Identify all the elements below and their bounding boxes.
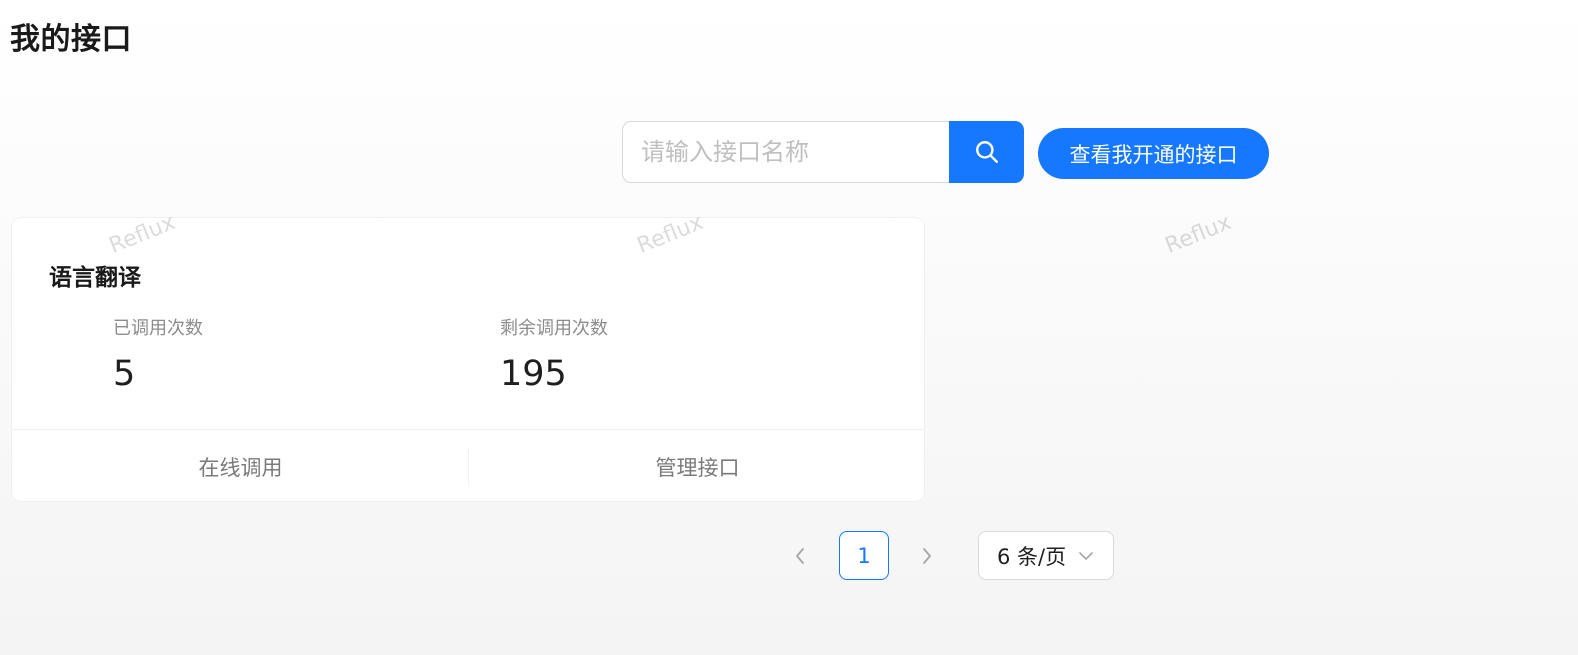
called-count-value: 5 bbox=[113, 354, 136, 394]
api-card-title: 语言翻译 bbox=[49, 265, 141, 291]
my-apis-button[interactable]: 查看我开通的接口 bbox=[1038, 128, 1269, 179]
manage-api-button[interactable]: 管理接口 bbox=[469, 430, 926, 503]
remaining-count-label: 剩余调用次数 bbox=[500, 318, 608, 339]
pagination-prev-button[interactable] bbox=[775, 531, 825, 580]
page-title: 我的接口 bbox=[10, 22, 132, 57]
pagination-page-1[interactable]: 1 bbox=[839, 531, 889, 580]
page-size-select[interactable]: 6 条/页 bbox=[978, 531, 1114, 580]
api-card: 语言翻译 已调用次数 5 剩余调用次数 195 在线调用 管理接口 bbox=[11, 217, 925, 502]
page-size-label: 6 条/页 bbox=[997, 544, 1067, 569]
page: 我的接口 查看我开通的接口 语言翻译 已调用次数 5 剩余调用次数 195 在线… bbox=[0, 0, 1578, 655]
search-box bbox=[622, 121, 1024, 183]
chevron-down-icon bbox=[1078, 550, 1094, 562]
remaining-count-value: 195 bbox=[500, 354, 567, 394]
search-icon bbox=[975, 141, 998, 163]
chevron-left-icon bbox=[796, 547, 804, 564]
chevron-right-icon bbox=[923, 547, 931, 564]
called-count-stat: 已调用次数 5 bbox=[113, 314, 203, 394]
search-input[interactable] bbox=[622, 121, 949, 183]
online-call-button[interactable]: 在线调用 bbox=[12, 430, 469, 503]
remaining-count-stat: 剩余调用次数 195 bbox=[500, 314, 608, 394]
pagination-next-button[interactable] bbox=[902, 531, 952, 580]
search-button[interactable] bbox=[949, 121, 1024, 183]
called-count-label: 已调用次数 bbox=[113, 318, 203, 339]
watermark: Reflux bbox=[1161, 210, 1235, 259]
